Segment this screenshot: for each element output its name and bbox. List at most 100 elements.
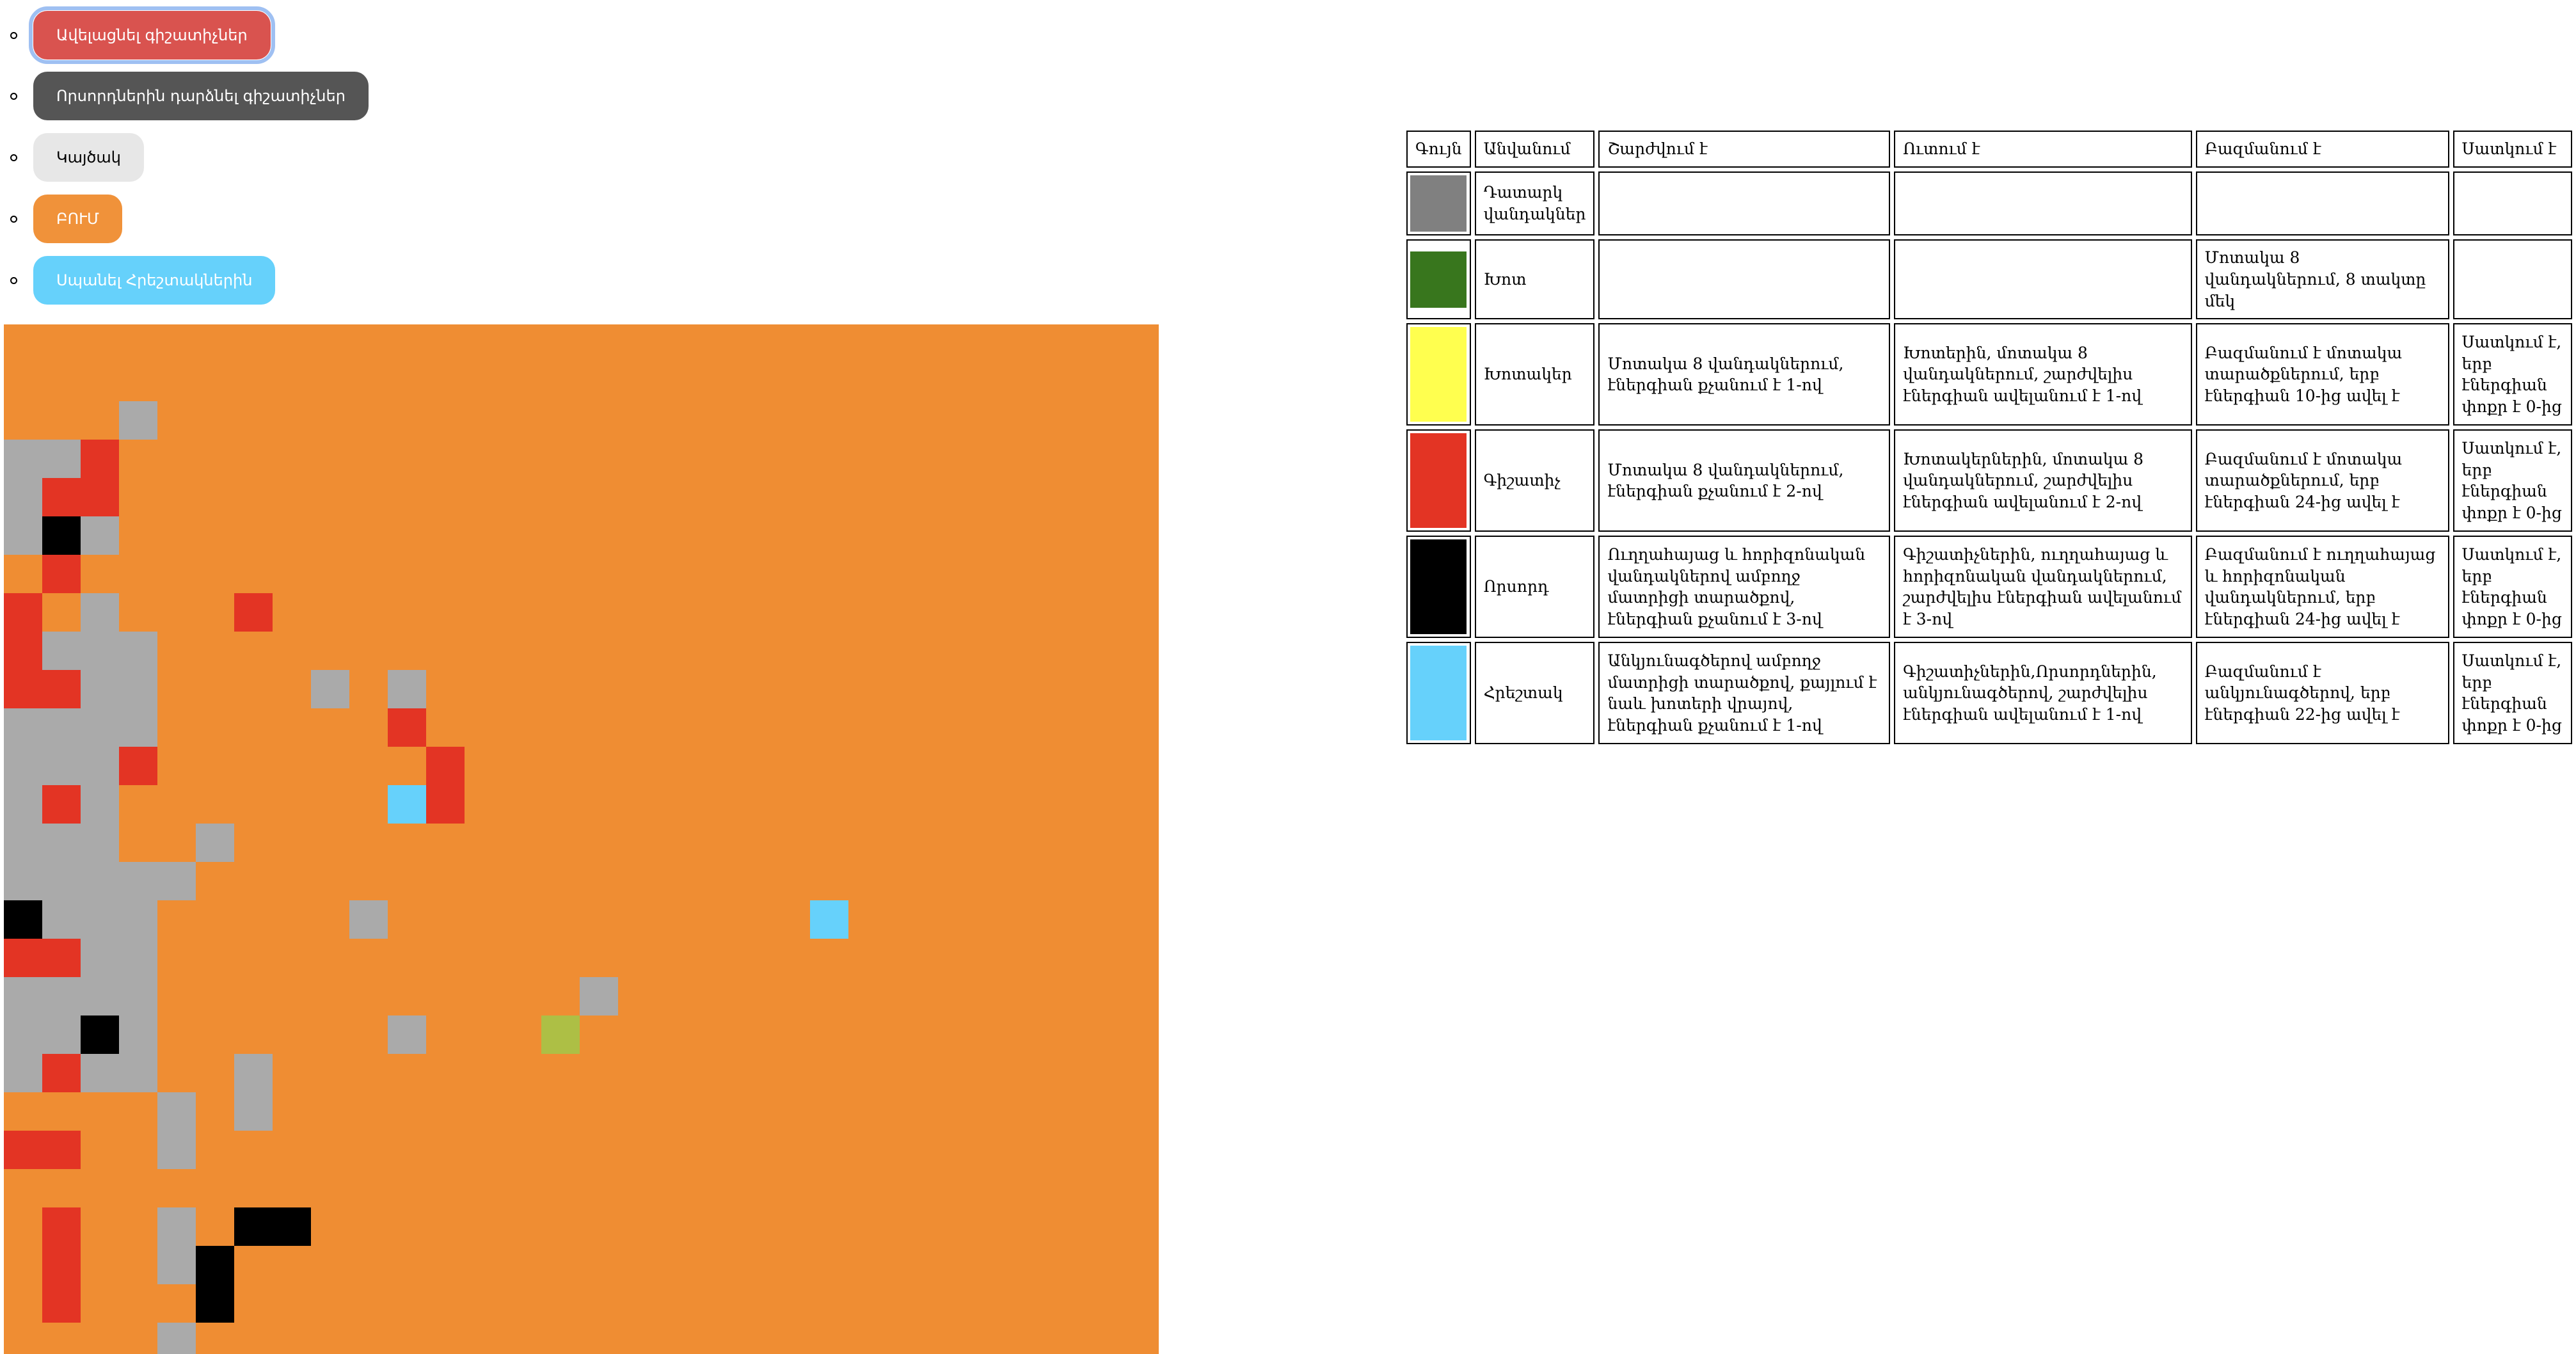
legend-color-cell (1406, 323, 1471, 426)
empty-cell (234, 1092, 273, 1131)
list-bullet (10, 216, 17, 223)
color-swatch (1410, 251, 1467, 308)
control-item-boom: ԲՈՒՄ (10, 193, 123, 245)
empty-cell (157, 1246, 196, 1284)
empty-cell (4, 516, 42, 555)
empty-cell (42, 977, 81, 1016)
header-dies: Սատկում է (2453, 131, 2572, 168)
empty-cell (119, 670, 157, 708)
legend-name-cell: Դատարկ վանդակներ (1474, 171, 1595, 235)
hunter-cell (81, 1016, 119, 1054)
legend-color-cell (1406, 171, 1471, 235)
empty-cell (81, 516, 119, 555)
color-swatch (1410, 646, 1467, 741)
predator-cell (4, 670, 42, 708)
color-swatch (1410, 327, 1467, 422)
legend-moves-cell: Մոտակա 8 վանդակներում, էներգիան քչանում … (1598, 429, 1891, 532)
predator-cell (42, 1131, 81, 1169)
predator-cell (42, 1246, 81, 1284)
empty-cell (119, 1016, 157, 1054)
header-color: Գույն (1406, 131, 1471, 168)
predator-cell (42, 1284, 81, 1323)
control-item-save: Սպանել Հրեշտակներին (10, 254, 276, 307)
legend-color-cell (1406, 429, 1471, 532)
list-bullet (10, 32, 17, 39)
lightning-button[interactable]: Կայծակ (33, 133, 144, 182)
empty-cell (4, 1054, 42, 1092)
legend-row: Խոտ Մոտակա 8 վանդակներում, 8 տակտը մեկ (1406, 239, 2572, 320)
empty-cell (119, 977, 157, 1016)
legend-eats-cell: Խոտակերներին, մոտակա 8 վանդակներում, շար… (1894, 429, 2192, 532)
empty-cell (81, 785, 119, 824)
empty-cell (119, 632, 157, 670)
list-bullet (10, 277, 17, 284)
empty-cell (119, 862, 157, 900)
legend-multiplies-cell: Բազմանում է ուղղահայաց և հորիզոնական վան… (2195, 536, 2449, 639)
empty-cell (81, 977, 119, 1016)
board-background (4, 324, 1159, 1354)
legend-row: Խոտակեր Մոտակա 8 վանդակներում, էներգիան ք… (1406, 323, 2572, 426)
empty-cell (119, 708, 157, 747)
predator-cell (234, 593, 273, 632)
legend-table: Գույն Անվանում Շարժվում է Ուտում է Բազմա… (1403, 127, 2576, 748)
predator-cell (4, 1131, 42, 1169)
hunter-cell (42, 516, 81, 555)
legend-row: Դատարկ վանդակներ (1406, 171, 2572, 235)
legend-multiplies-cell: Բազմանում է մոտակա տարածքներում, երբ էնե… (2195, 323, 2449, 426)
empty-cell (119, 939, 157, 977)
empty-cell (42, 824, 81, 862)
legend-color-cell (1406, 239, 1471, 320)
hunters-to-predators-button[interactable]: Որսորդներին դարձնել գիշատիչներ (33, 72, 369, 120)
legend-name-cell: Հրեշտակ (1474, 642, 1595, 745)
empty-cell (196, 824, 234, 862)
predator-cell (4, 593, 42, 632)
empty-cell (81, 900, 119, 939)
control-item-pause: Կայծակ (10, 131, 144, 184)
predator-cell (4, 939, 42, 977)
legend-moves-cell: Ուղղահայաց և հորիզոնական վանդակներով ամբ… (1598, 536, 1891, 639)
legend-row: Գիշատիչ Մոտակա 8 վանդակներում, էներգիան ք… (1406, 429, 2572, 532)
angel-cell (810, 900, 848, 939)
predator-cell (42, 555, 81, 593)
list-bullet (10, 93, 17, 100)
predator-cell (81, 440, 119, 478)
empty-cell (81, 939, 119, 977)
empty-cell (349, 900, 388, 939)
predator-cell (42, 1207, 81, 1246)
legend-multiplies-cell: Բազմանում է մոտակա տարածքներում, երբ էնե… (2195, 429, 2449, 532)
hunter-cell (196, 1284, 234, 1323)
legend-name-cell: Խոտ (1474, 239, 1595, 320)
empty-cell (4, 785, 42, 824)
legend-eats-cell: Գիշատիչներին, ուղղահայաց և հորիզոնական վ… (1894, 536, 2192, 639)
legend-name-cell: Գիշատիչ (1474, 429, 1595, 532)
empty-cell (4, 862, 42, 900)
empty-cell (4, 440, 42, 478)
empty-cell (81, 1054, 119, 1092)
legend-multiplies-cell (2195, 171, 2449, 235)
grass-cell (541, 1016, 580, 1054)
hunter-cell (234, 1207, 273, 1246)
empty-cell (42, 900, 81, 939)
empty-cell (4, 977, 42, 1016)
predator-cell (119, 747, 157, 785)
color-swatch (1410, 539, 1467, 635)
color-swatch (1410, 175, 1467, 232)
legend-dies-cell: Սատկում է, երբ էներգիան փոքր է 0-ից (2453, 429, 2572, 532)
legend-eats-cell (1894, 239, 2192, 320)
predator-cell (388, 708, 426, 747)
add-predators-button[interactable]: Ավելացնել գիշատիչներ (29, 6, 275, 64)
kill-angels-button[interactable]: Սպանել Հրեշտակներին (33, 256, 276, 305)
predator-cell (42, 785, 81, 824)
empty-cell (42, 1016, 81, 1054)
empty-cell (234, 1054, 273, 1092)
empty-cell (4, 708, 42, 747)
game-board (4, 324, 1159, 1354)
empty-cell (311, 670, 349, 708)
empty-cell (42, 862, 81, 900)
color-swatch (1410, 433, 1467, 529)
control-item-random: Որսորդներին դարձնել գիշատիչներ (10, 70, 369, 122)
boom-button[interactable]: ԲՈՒՄ (33, 195, 123, 243)
empty-cell (81, 747, 119, 785)
list-bullet (10, 154, 17, 161)
empty-cell (42, 747, 81, 785)
